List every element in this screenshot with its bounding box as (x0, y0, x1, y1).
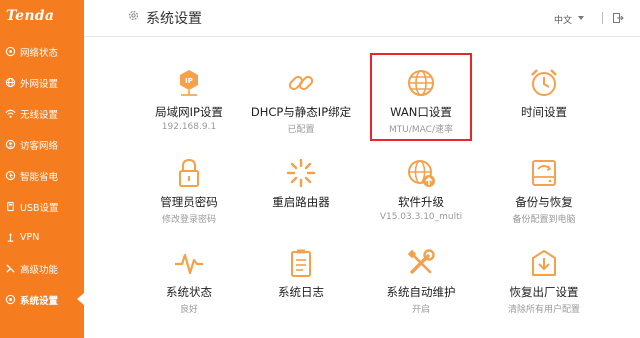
network-status-icon (5, 46, 16, 57)
tile-sub: 修改登录密码 (161, 215, 216, 225)
sidebar-item-label: 高级功能 (20, 264, 59, 276)
sidebar-item-label: VPN (20, 232, 40, 243)
tile-admin-password[interactable]: 管理员密码 修改登录密码 (125, 156, 253, 225)
language-select[interactable]: 中文 (554, 13, 572, 26)
backup-icon (532, 160, 556, 186)
chevron-down-icon[interactable] (578, 16, 584, 20)
sidebar-item-advanced[interactable]: 高级功能 (0, 253, 84, 284)
sidebar-item-system-settings[interactable]: 系统设置 (0, 284, 84, 315)
power-save-icon (5, 170, 16, 181)
wifi-icon (5, 108, 16, 119)
sidebar-item-guest[interactable]: 访客网络 (0, 129, 84, 160)
sidebar-item-power-save[interactable]: 智能省电 (0, 160, 84, 191)
tile-label: 时间设置 (521, 105, 567, 119)
tile-lan-ip[interactable]: IP 局域网IP设置 192.168.9.1 (125, 66, 253, 132)
page-title: 系统设置 (146, 11, 202, 27)
tile-factory-reset[interactable]: 恢复出厂设置 清除所有用户配置 (480, 246, 608, 315)
sidebar-item-label: 访客网络 (20, 140, 59, 152)
clock-icon (531, 69, 557, 96)
sidebar-item-label: 智能省电 (20, 171, 59, 183)
link-icon (288, 75, 314, 91)
sidebar: Tenda 网络状态 外网设置 无线设置 访客网络 智能省电 USB设置 VPN (0, 0, 84, 338)
tile-label: 软件升级 (398, 195, 444, 209)
reboot-spinner-icon (286, 158, 316, 188)
tile-label: DHCP与静态IP绑定 (250, 105, 352, 119)
tile-label: 局域网IP设置 (155, 105, 223, 119)
factory-reset-icon (532, 250, 556, 276)
header: 系统设置 中文 退出 (84, 0, 640, 37)
tile-label: 管理员密码 (160, 195, 218, 209)
tile-dhcp[interactable]: DHCP与静态IP绑定 已配置 (237, 66, 365, 135)
settings-icon (5, 294, 16, 305)
tile-label: 系统日志 (278, 285, 324, 299)
tile-system-status[interactable]: 系统状态 良好 (125, 246, 253, 315)
pulse-icon (175, 253, 203, 275)
tile-auto-maintenance[interactable]: 系统自动维护 开启 (357, 246, 485, 315)
log-icon (291, 249, 311, 277)
sidebar-nav: 网络状态 外网设置 无线设置 访客网络 智能省电 USB设置 VPN 高级功能 (0, 36, 84, 315)
upgrade-icon (408, 160, 435, 187)
tile-label: 系统自动维护 (386, 285, 456, 299)
tile-sub: 清除所有用户配置 (507, 305, 580, 315)
sidebar-item-usb[interactable]: USB设置 (0, 191, 84, 222)
globe-icon (5, 77, 16, 88)
settings-grid: IP 局域网IP设置 192.168.9.1 DHCP与静态IP绑定 已配置 W… (84, 36, 640, 338)
highlight-box (370, 53, 472, 141)
vpn-icon (5, 232, 16, 243)
tile-sub: 已配置 (287, 125, 315, 135)
usb-icon (5, 201, 16, 212)
sidebar-item-label: 无线设置 (20, 109, 59, 121)
brand-logo: Tenda (6, 8, 55, 24)
tile-label: 备份与恢复 (515, 195, 573, 209)
sidebar-item-label: 系统设置 (20, 295, 59, 307)
tile-time-settings[interactable]: 时间设置 (480, 66, 608, 122)
wrench-screwdriver-icon (407, 249, 435, 274)
tile-sub: 良好 (179, 305, 198, 315)
tile-label: 重启路由器 (272, 195, 330, 209)
lock-icon (179, 158, 199, 187)
header-divider (602, 12, 603, 24)
tile-label: 恢复出厂设置 (509, 285, 579, 299)
sidebar-item-label: USB设置 (20, 202, 59, 214)
lan-ip-icon: IP (180, 70, 198, 96)
sidebar-item-label: 外网设置 (20, 78, 59, 90)
sidebar-item-label: 网络状态 (20, 47, 59, 59)
tile-backup-restore[interactable]: 备份与恢复 备份配置到电脑 (480, 156, 608, 225)
sidebar-item-vpn[interactable]: VPN (0, 222, 84, 253)
tile-sub: V15.03.3.10_multi (379, 212, 463, 222)
tools-icon (5, 263, 16, 274)
tile-label: 系统状态 (166, 285, 212, 299)
gear-icon (128, 10, 139, 21)
tile-sub: 备份配置到电脑 (512, 215, 576, 225)
tile-sub: 192.168.9.1 (161, 122, 217, 132)
tile-software-upgrade[interactable]: 软件升级 V15.03.3.10_multi (357, 156, 485, 222)
sidebar-item-wireless[interactable]: 无线设置 (0, 98, 84, 129)
svg-text:IP: IP (185, 77, 193, 85)
logout-icon[interactable]: 退出 (612, 12, 624, 24)
tile-reboot-router[interactable]: 重启路由器 (237, 156, 365, 212)
guest-icon (5, 139, 16, 150)
sidebar-item-network-status[interactable]: 网络状态 (0, 36, 84, 67)
sidebar-item-wan[interactable]: 外网设置 (0, 67, 84, 98)
tile-sub: 开启 (411, 305, 430, 315)
tile-system-log[interactable]: 系统日志 (237, 246, 365, 302)
